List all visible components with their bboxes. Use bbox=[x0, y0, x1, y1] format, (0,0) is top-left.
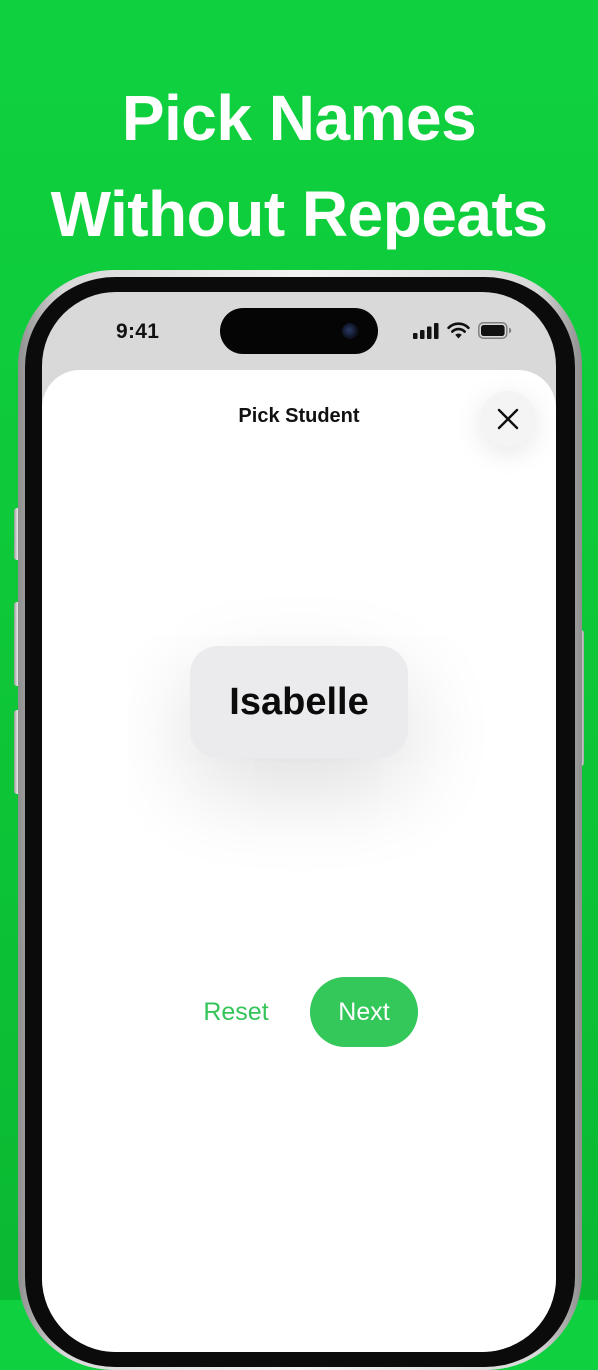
pick-student-sheet: Pick Student Isabelle Reset Next bbox=[42, 370, 556, 1352]
cellular-signal-icon bbox=[413, 322, 439, 339]
status-time: 9:41 bbox=[116, 320, 160, 343]
close-button[interactable] bbox=[480, 391, 536, 447]
status-icons bbox=[413, 322, 512, 339]
front-camera bbox=[342, 323, 358, 339]
dynamic-island bbox=[220, 308, 378, 354]
sheet-title: Pick Student bbox=[238, 405, 360, 427]
close-icon bbox=[497, 408, 519, 430]
picked-name: Isabelle bbox=[229, 680, 369, 723]
wifi-icon bbox=[447, 322, 470, 339]
picked-name-card: Isabelle bbox=[190, 646, 408, 758]
next-button-label: Next bbox=[338, 997, 390, 1026]
headline-line-1: Pick Names bbox=[121, 82, 477, 154]
next-button[interactable]: Next bbox=[310, 977, 418, 1047]
phone-screen: 9:41 Pick Student Isabelle Reset Next bbox=[42, 292, 556, 1352]
promo-headline: Pick Names Without Repeats bbox=[0, 70, 598, 262]
battery-icon bbox=[478, 322, 512, 339]
reset-button[interactable]: Reset bbox=[192, 990, 280, 1034]
headline-line-2: Without Repeats bbox=[50, 178, 548, 250]
